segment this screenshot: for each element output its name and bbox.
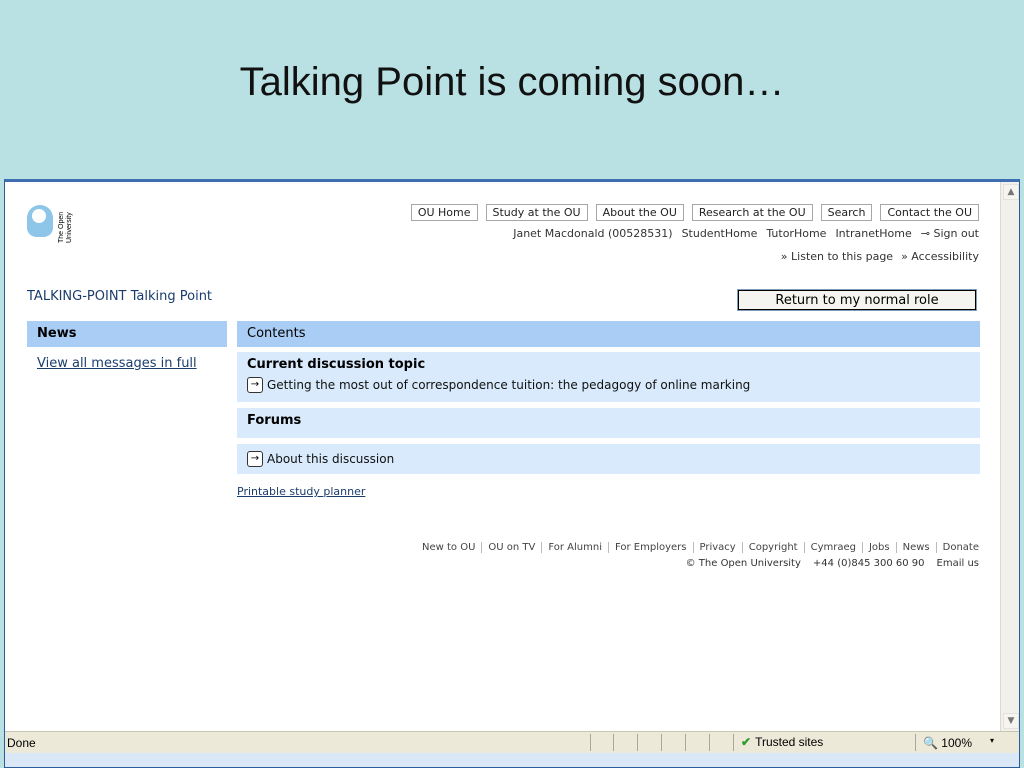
- status-text: Done: [7, 736, 36, 750]
- footer-link-privacy[interactable]: Privacy: [692, 542, 742, 553]
- nav-ou-home[interactable]: OU Home: [410, 204, 478, 221]
- checkmark-icon: ✔: [741, 735, 752, 749]
- forums-box: Forums: [237, 408, 980, 438]
- status-divider: [915, 734, 916, 751]
- footer-link-employers[interactable]: For Employers: [608, 542, 693, 553]
- status-divider: [661, 734, 662, 751]
- top-navigation: OU Home Study at the OU About the OU Res…: [410, 204, 979, 221]
- nav-search[interactable]: Search: [820, 204, 873, 221]
- security-zone: ✔ Trusted sites: [741, 735, 823, 749]
- copyright-text: © The Open University: [685, 558, 801, 569]
- forums-heading: Forums: [247, 413, 302, 428]
- nav-about[interactable]: About the OU: [595, 204, 684, 221]
- status-divider: [733, 734, 734, 751]
- vertical-scrollbar[interactable]: ▲ ▼: [1000, 182, 1019, 731]
- view-all-messages-link[interactable]: View all messages in full: [37, 356, 197, 371]
- ou-logo-text: The Open University: [58, 211, 73, 243]
- current-topic-text: Getting the most out of correspondence t…: [267, 378, 751, 392]
- page-title: TALKING-POINT Talking Point: [27, 289, 213, 304]
- footer-link-donate[interactable]: Donate: [935, 542, 979, 553]
- status-bar: Done ✔ Trusted sites 🔍 100% ▾: [5, 731, 1019, 754]
- about-box: → About this discussion: [237, 444, 980, 474]
- zoom-control[interactable]: 🔍 100%: [923, 736, 972, 750]
- status-divider: [709, 734, 710, 751]
- about-discussion-link[interactable]: → About this discussion: [247, 451, 980, 467]
- status-divider: [685, 734, 686, 751]
- phone-number: +44 (0)845 300 60 90: [812, 558, 925, 569]
- security-zone-text: Trusted sites: [755, 735, 824, 749]
- user-links: Janet Macdonald (00528531) StudentHome T…: [513, 227, 979, 240]
- scroll-up-icon[interactable]: ▲: [1003, 184, 1019, 200]
- current-topic-box: Current discussion topic → Getting the m…: [237, 352, 980, 402]
- footer-link-new-to-ou[interactable]: New to OU: [416, 542, 481, 553]
- nav-research[interactable]: Research at the OU: [691, 204, 813, 221]
- accessibility-links: » Listen to this page » Accessibility: [781, 250, 979, 263]
- copyright-line: © The Open University +44 (0)845 300 60 …: [686, 558, 979, 569]
- zoom-dropdown-icon[interactable]: ▾: [990, 736, 994, 745]
- status-divider: [613, 734, 614, 751]
- web-page: The Open University OU Home Study at the…: [5, 182, 1000, 731]
- status-divider: [590, 734, 591, 751]
- return-normal-role-button[interactable]: Return to my normal role: [737, 289, 977, 311]
- contents-heading: Contents: [237, 321, 980, 347]
- arrow-right-icon: →: [247, 451, 263, 467]
- footer-link-news[interactable]: News: [895, 542, 936, 553]
- footer-link-cymraeg[interactable]: Cymraeg: [803, 542, 862, 553]
- nav-contact[interactable]: Contact the OU: [880, 204, 979, 221]
- current-topic-heading: Current discussion topic: [247, 357, 426, 372]
- magnifier-icon: 🔍: [923, 736, 938, 750]
- slide-title: Talking Point is coming soon…: [239, 60, 785, 104]
- zoom-level: 100%: [941, 736, 972, 750]
- footer-link-ou-on-tv[interactable]: OU on TV: [481, 542, 541, 553]
- ou-logo-icon: [27, 205, 53, 237]
- footer-link-copyright[interactable]: Copyright: [741, 542, 804, 553]
- scroll-down-icon[interactable]: ▼: [1003, 713, 1019, 729]
- nav-study[interactable]: Study at the OU: [485, 204, 588, 221]
- taskbar-strip: [5, 753, 1019, 767]
- link-studenthome[interactable]: StudentHome: [682, 227, 758, 240]
- status-divider: [637, 734, 638, 751]
- ou-logo[interactable]: The Open University: [25, 203, 85, 243]
- news-heading: News: [27, 321, 227, 347]
- printable-planner-link[interactable]: Printable study planner: [237, 485, 365, 498]
- current-topic-link[interactable]: → Getting the most out of correspondence…: [247, 377, 980, 393]
- arrow-right-icon: →: [247, 377, 263, 393]
- link-tutorhome[interactable]: TutorHome: [766, 227, 826, 240]
- email-us-link[interactable]: Email us: [937, 558, 979, 569]
- link-intranethome[interactable]: IntranetHome: [835, 227, 911, 240]
- about-discussion-text: About this discussion: [267, 452, 395, 466]
- accessibility-link[interactable]: » Accessibility: [901, 250, 979, 263]
- user-name: Janet Macdonald (00528531): [513, 227, 673, 240]
- footer-link-alumni[interactable]: For Alumni: [541, 542, 608, 553]
- footer-links: New to OU OU on TV For Alumni For Employ…: [416, 542, 979, 553]
- listen-link[interactable]: » Listen to this page: [781, 250, 893, 263]
- footer-link-jobs[interactable]: Jobs: [861, 542, 896, 553]
- sign-out-link[interactable]: ⊸ Sign out: [921, 227, 979, 240]
- browser-window: The Open University OU Home Study at the…: [4, 179, 1020, 768]
